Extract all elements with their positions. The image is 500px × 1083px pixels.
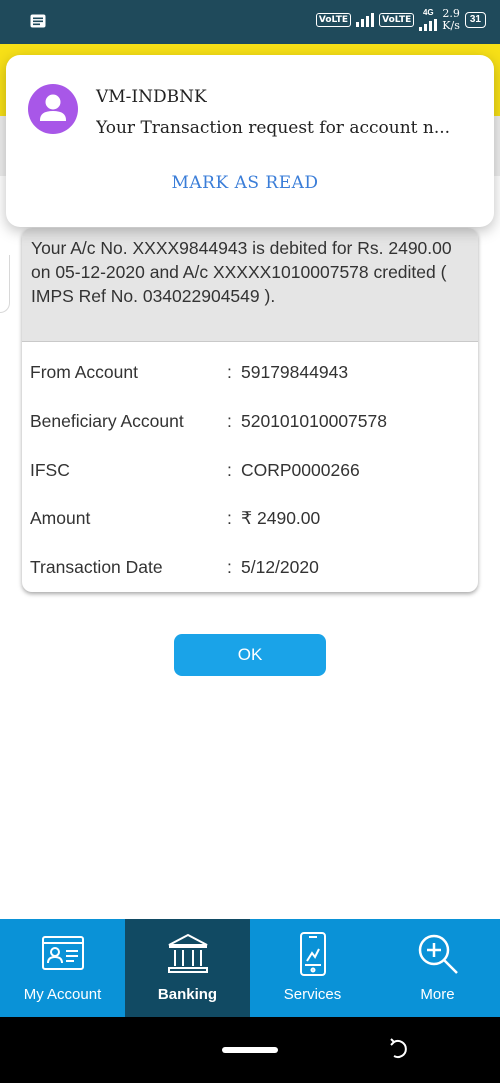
detail-separator: : <box>227 362 232 382</box>
background-panel-edge <box>0 255 10 313</box>
detail-label: From Account <box>30 362 138 382</box>
detail-label: IFSC <box>30 459 70 480</box>
detail-row-from-account: From Account : 59179844943 <box>22 362 478 411</box>
back-icon[interactable] <box>386 1037 410 1061</box>
zoom-plus-icon <box>415 931 461 977</box>
detail-row-transaction-date: Transaction Date : 5/12/2020 <box>22 557 478 592</box>
detail-value: ₹ 2490.00 <box>241 508 321 529</box>
detail-separator: : <box>227 410 232 431</box>
network-type: 4G <box>422 8 434 17</box>
message-icon <box>30 14 46 33</box>
detail-value: 5/12/2020 <box>241 557 319 578</box>
detail-value: 59179844943 <box>241 362 349 382</box>
transaction-details: From Account : 59179844943 Beneficiary A… <box>22 362 478 592</box>
detail-separator: : <box>227 557 232 578</box>
signal-icon-2 <box>419 17 438 31</box>
detail-label: Beneficiary Account <box>30 410 184 431</box>
nav-more[interactable]: More <box>375 919 500 1017</box>
battery-icon: 31 <box>464 12 486 28</box>
detail-row-beneficiary-account: Beneficiary Account : 520101010007578 <box>22 411 478 460</box>
notification-sender: VM-INDBNK <box>96 87 207 107</box>
nav-my-account[interactable]: My Account <box>0 919 125 1017</box>
network-speed: 2.9 K/s <box>442 7 460 32</box>
signal-icon <box>356 13 375 27</box>
person-icon <box>28 84 78 134</box>
bottom-nav: My Account Banking Services More <box>0 919 500 1017</box>
mark-as-read-button[interactable]: MARK AS READ <box>6 173 484 193</box>
detail-row-amount: Amount : ₹ 2490.00 <box>22 508 478 557</box>
nav-banking[interactable]: Banking <box>125 919 250 1017</box>
sms-notification[interactable]: VM-INDBNK Your Transaction request for a… <box>6 55 494 227</box>
transaction-card: Your A/c No. XXXX9844943 is debited for … <box>22 228 478 592</box>
nav-label: More <box>420 986 455 1003</box>
mobile-services-icon <box>290 931 336 977</box>
volte-badge-2: VoLTE <box>379 13 415 27</box>
system-nav-bar <box>0 1017 500 1083</box>
nav-label: Services <box>283 986 342 1003</box>
ok-button[interactable]: OK <box>174 634 326 676</box>
detail-separator: : <box>227 508 232 529</box>
detail-row-ifsc: IFSC : CORP0000266 <box>22 460 478 509</box>
home-gesture-pill[interactable] <box>222 1047 278 1053</box>
detail-label: Amount <box>30 508 91 529</box>
account-card-icon <box>40 931 86 977</box>
nav-services[interactable]: Services <box>250 919 375 1017</box>
detail-value: CORP0000266 <box>241 459 360 480</box>
notification-message: Your Transaction request for account n..… <box>96 118 451 138</box>
detail-value: 520101010007578 <box>241 410 387 431</box>
nav-label: My Account <box>23 986 102 1003</box>
transaction-message: Your A/c No. XXXX9844943 is debited for … <box>22 228 478 342</box>
status-bar: VoLTE VoLTE 4G 2.9 K/s 31 <box>0 0 500 44</box>
nav-label: Banking <box>157 986 218 1003</box>
bank-icon <box>165 931 211 977</box>
volte-badge: VoLTE <box>315 13 352 27</box>
detail-separator: : <box>227 459 232 480</box>
detail-label: Transaction Date <box>30 557 163 578</box>
